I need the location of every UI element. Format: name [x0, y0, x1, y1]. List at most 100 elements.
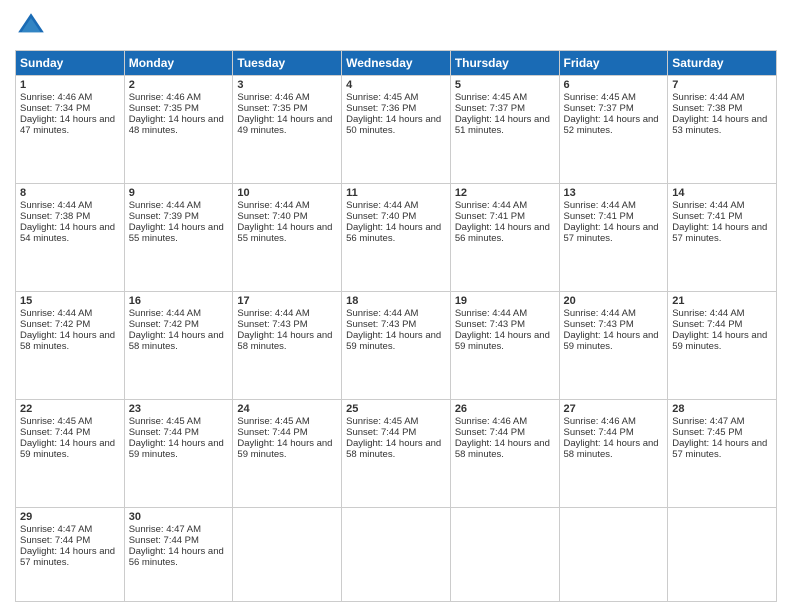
sunset: Sunset: 7:44 PM	[346, 427, 416, 438]
day-number: 4	[346, 79, 446, 91]
daylight: Daylight: 14 hours and 57 minutes.	[20, 546, 115, 568]
daylight: Daylight: 14 hours and 48 minutes.	[129, 114, 224, 136]
day-number: 7	[672, 79, 772, 91]
day-number: 1	[20, 79, 120, 91]
sunset: Sunset: 7:38 PM	[672, 103, 742, 114]
daylight: Daylight: 14 hours and 50 minutes.	[346, 114, 441, 136]
sunrise: Sunrise: 4:46 AM	[129, 92, 201, 103]
daylight: Daylight: 14 hours and 51 minutes.	[455, 114, 550, 136]
daylight: Daylight: 14 hours and 59 minutes.	[455, 330, 550, 352]
sunset: Sunset: 7:35 PM	[129, 103, 199, 114]
daylight: Daylight: 14 hours and 58 minutes.	[237, 330, 332, 352]
day-number: 2	[129, 79, 229, 91]
calendar-cell: 16Sunrise: 4:44 AMSunset: 7:42 PMDayligh…	[124, 291, 233, 399]
sunset: Sunset: 7:44 PM	[455, 427, 525, 438]
sunset: Sunset: 7:44 PM	[672, 319, 742, 330]
calendar-cell: 10Sunrise: 4:44 AMSunset: 7:40 PMDayligh…	[233, 183, 342, 291]
sunrise: Sunrise: 4:47 AM	[129, 524, 201, 535]
sunrise: Sunrise: 4:44 AM	[564, 308, 636, 319]
sunrise: Sunrise: 4:44 AM	[20, 308, 92, 319]
week-row-3: 15Sunrise: 4:44 AMSunset: 7:42 PMDayligh…	[16, 291, 777, 399]
day-number: 8	[20, 187, 120, 199]
sunset: Sunset: 7:39 PM	[129, 211, 199, 222]
calendar-cell: 23Sunrise: 4:45 AMSunset: 7:44 PMDayligh…	[124, 399, 233, 507]
daylight: Daylight: 14 hours and 55 minutes.	[129, 222, 224, 244]
calendar-cell: 24Sunrise: 4:45 AMSunset: 7:44 PMDayligh…	[233, 399, 342, 507]
sunrise: Sunrise: 4:46 AM	[20, 92, 92, 103]
daylight: Daylight: 14 hours and 59 minutes.	[564, 330, 659, 352]
day-number: 9	[129, 187, 229, 199]
sunrise: Sunrise: 4:44 AM	[129, 308, 201, 319]
calendar-cell: 8Sunrise: 4:44 AMSunset: 7:38 PMDaylight…	[16, 183, 125, 291]
calendar-cell: 11Sunrise: 4:44 AMSunset: 7:40 PMDayligh…	[342, 183, 451, 291]
logo	[15, 10, 51, 42]
sunset: Sunset: 7:42 PM	[129, 319, 199, 330]
header-saturday: Saturday	[668, 51, 777, 76]
calendar-cell	[342, 507, 451, 601]
sunset: Sunset: 7:44 PM	[237, 427, 307, 438]
sunrise: Sunrise: 4:45 AM	[564, 92, 636, 103]
calendar-cell	[668, 507, 777, 601]
sunset: Sunset: 7:36 PM	[346, 103, 416, 114]
calendar-cell: 29Sunrise: 4:47 AMSunset: 7:44 PMDayligh…	[16, 507, 125, 601]
sunset: Sunset: 7:35 PM	[237, 103, 307, 114]
week-row-4: 22Sunrise: 4:45 AMSunset: 7:44 PMDayligh…	[16, 399, 777, 507]
week-row-2: 8Sunrise: 4:44 AMSunset: 7:38 PMDaylight…	[16, 183, 777, 291]
sunset: Sunset: 7:42 PM	[20, 319, 90, 330]
day-number: 11	[346, 187, 446, 199]
daylight: Daylight: 14 hours and 57 minutes.	[672, 222, 767, 244]
day-number: 15	[20, 295, 120, 307]
day-number: 3	[237, 79, 337, 91]
day-number: 26	[455, 403, 555, 415]
calendar-cell: 7Sunrise: 4:44 AMSunset: 7:38 PMDaylight…	[668, 76, 777, 184]
header-tuesday: Tuesday	[233, 51, 342, 76]
daylight: Daylight: 14 hours and 59 minutes.	[672, 330, 767, 352]
day-number: 17	[237, 295, 337, 307]
calendar-cell: 17Sunrise: 4:44 AMSunset: 7:43 PMDayligh…	[233, 291, 342, 399]
sunset: Sunset: 7:44 PM	[20, 427, 90, 438]
week-row-1: 1Sunrise: 4:46 AMSunset: 7:34 PMDaylight…	[16, 76, 777, 184]
sunset: Sunset: 7:40 PM	[237, 211, 307, 222]
sunrise: Sunrise: 4:45 AM	[237, 416, 309, 427]
sunrise: Sunrise: 4:44 AM	[20, 200, 92, 211]
daylight: Daylight: 14 hours and 58 minutes.	[455, 438, 550, 460]
day-number: 27	[564, 403, 664, 415]
day-number: 30	[129, 511, 229, 523]
day-number: 14	[672, 187, 772, 199]
daylight: Daylight: 14 hours and 59 minutes.	[129, 438, 224, 460]
calendar-cell: 3Sunrise: 4:46 AMSunset: 7:35 PMDaylight…	[233, 76, 342, 184]
calendar-cell: 6Sunrise: 4:45 AMSunset: 7:37 PMDaylight…	[559, 76, 668, 184]
sunset: Sunset: 7:43 PM	[564, 319, 634, 330]
day-number: 29	[20, 511, 120, 523]
calendar-cell: 30Sunrise: 4:47 AMSunset: 7:44 PMDayligh…	[124, 507, 233, 601]
header-friday: Friday	[559, 51, 668, 76]
day-number: 20	[564, 295, 664, 307]
day-number: 16	[129, 295, 229, 307]
calendar-cell: 20Sunrise: 4:44 AMSunset: 7:43 PMDayligh…	[559, 291, 668, 399]
page: SundayMondayTuesdayWednesdayThursdayFrid…	[0, 0, 792, 612]
calendar-cell: 15Sunrise: 4:44 AMSunset: 7:42 PMDayligh…	[16, 291, 125, 399]
sunrise: Sunrise: 4:44 AM	[564, 200, 636, 211]
sunrise: Sunrise: 4:46 AM	[455, 416, 527, 427]
daylight: Daylight: 14 hours and 58 minutes.	[20, 330, 115, 352]
header-monday: Monday	[124, 51, 233, 76]
daylight: Daylight: 14 hours and 57 minutes.	[672, 438, 767, 460]
header-wednesday: Wednesday	[342, 51, 451, 76]
sunset: Sunset: 7:37 PM	[455, 103, 525, 114]
sunrise: Sunrise: 4:44 AM	[672, 92, 744, 103]
day-number: 13	[564, 187, 664, 199]
sunrise: Sunrise: 4:44 AM	[237, 308, 309, 319]
sunrise: Sunrise: 4:44 AM	[129, 200, 201, 211]
sunrise: Sunrise: 4:45 AM	[20, 416, 92, 427]
sunrise: Sunrise: 4:45 AM	[455, 92, 527, 103]
calendar-cell: 4Sunrise: 4:45 AMSunset: 7:36 PMDaylight…	[342, 76, 451, 184]
day-number: 25	[346, 403, 446, 415]
sunset: Sunset: 7:43 PM	[455, 319, 525, 330]
sunrise: Sunrise: 4:46 AM	[237, 92, 309, 103]
calendar-cell: 13Sunrise: 4:44 AMSunset: 7:41 PMDayligh…	[559, 183, 668, 291]
week-row-5: 29Sunrise: 4:47 AMSunset: 7:44 PMDayligh…	[16, 507, 777, 601]
daylight: Daylight: 14 hours and 56 minutes.	[455, 222, 550, 244]
day-number: 23	[129, 403, 229, 415]
day-number: 28	[672, 403, 772, 415]
sunset: Sunset: 7:40 PM	[346, 211, 416, 222]
